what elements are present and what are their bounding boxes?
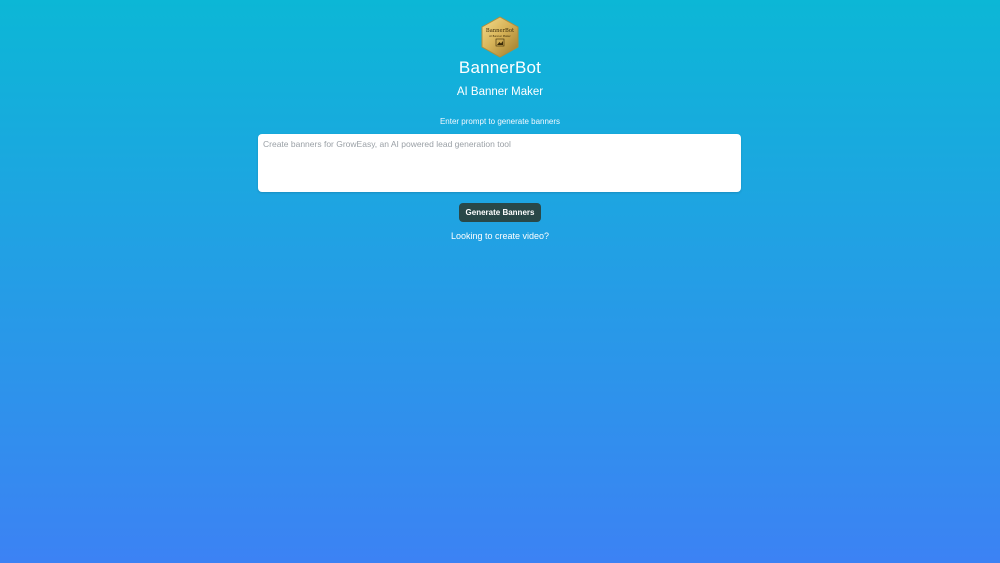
prompt-input[interactable] [258, 134, 741, 192]
logo-wordmark: BannerBot [486, 28, 515, 34]
page-subtitle: AI Banner Maker [456, 86, 544, 98]
page-title: BannerBot [458, 58, 542, 77]
bannerbot-logo-icon: BannerBot AI Banner Maker [480, 16, 520, 58]
logo-tagline: AI Banner Maker [489, 34, 511, 38]
generate-banners-button[interactable]: Generate Banners [459, 203, 541, 222]
video-link-row: Looking to create video? [0, 231, 1000, 241]
prompt-label: Enter prompt to generate banners [439, 117, 561, 126]
create-video-link[interactable]: Looking to create video? [451, 231, 549, 241]
page: BannerBot AI Banner Maker BannerBot AI B… [0, 0, 1000, 563]
